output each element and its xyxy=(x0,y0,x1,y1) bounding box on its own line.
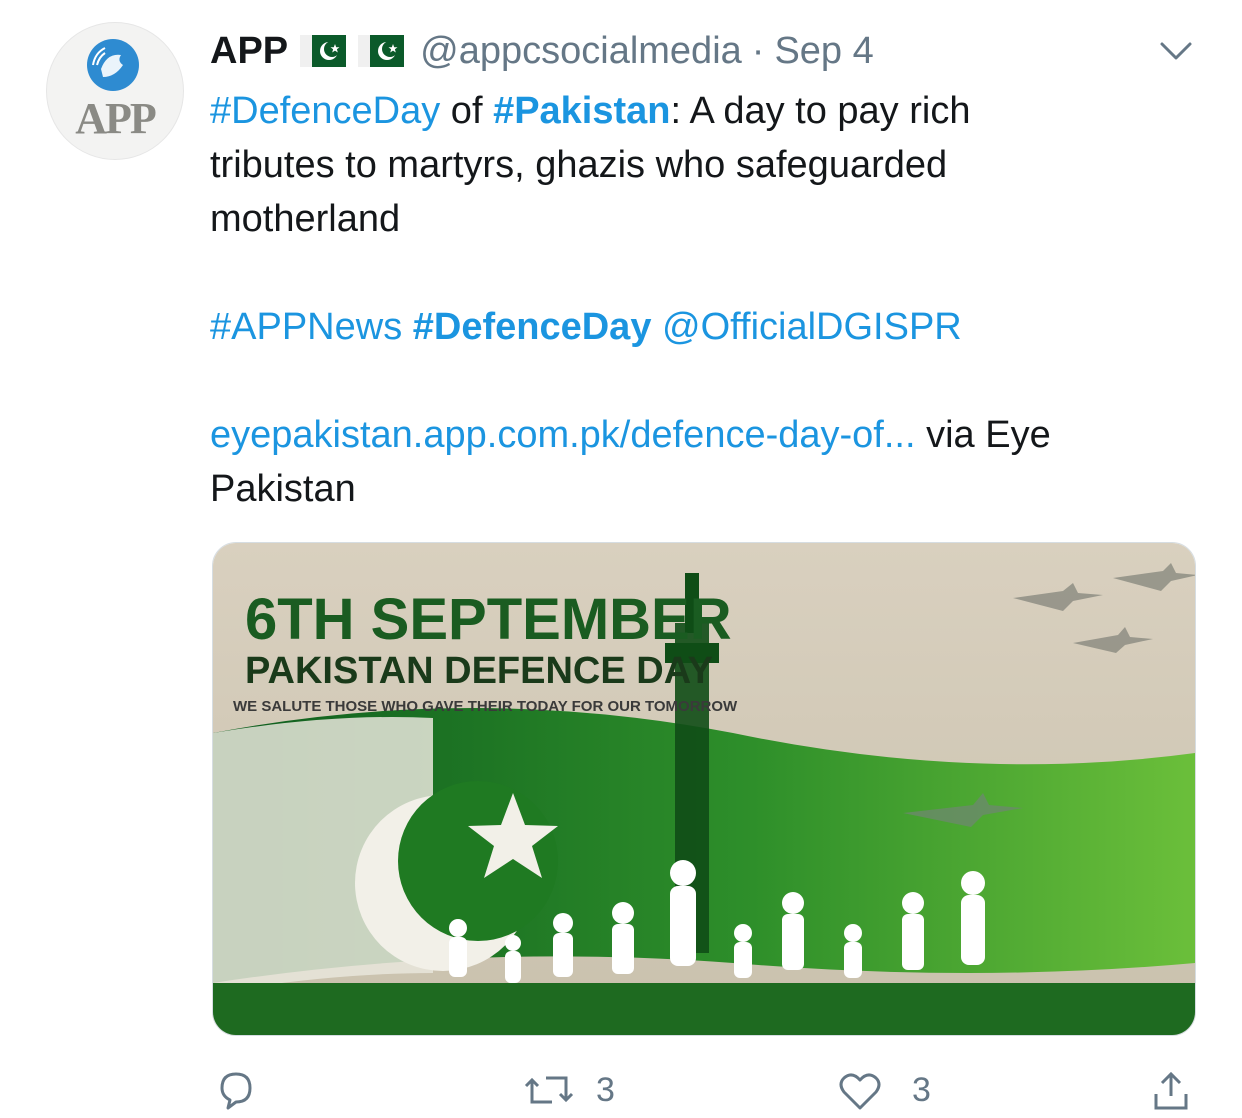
tweet-text-segment: tributes to martyrs, ghazis who safeguar… xyxy=(210,144,948,186)
tweet-text-segment: via Eye xyxy=(915,414,1051,456)
avatar-logo-text: APP xyxy=(75,94,157,143)
reply-icon xyxy=(220,1072,252,1110)
hashtag-link[interactable]: #DefenceDay xyxy=(413,306,652,348)
tweet-date[interactable]: Sep 4 xyxy=(774,30,873,73)
mention-link[interactable]: @OfficialDGISPR xyxy=(662,306,962,348)
share-button[interactable] xyxy=(1150,1068,1192,1112)
hashtag-link[interactable]: #DefenceDay xyxy=(210,90,440,132)
media-tagline: WE SALUTE THOSE WHO GAVE THEIR TODAY FOR… xyxy=(233,698,738,715)
author-name[interactable]: APP xyxy=(210,30,288,73)
chevron-down-icon[interactable] xyxy=(1156,36,1196,64)
media-headline-1: 6TH SEPTEMBER xyxy=(245,587,732,652)
author-handle[interactable]: @appcsocialmedia xyxy=(420,30,742,73)
media-headline-2: PAKISTAN DEFENCE DAY xyxy=(245,650,713,692)
app-logo-icon xyxy=(87,39,139,91)
avatar[interactable]: APP xyxy=(46,22,184,160)
retweet-count: 3 xyxy=(596,1070,615,1109)
tweet-media-image[interactable]: 6TH SEPTEMBER PAKISTAN DEFENCE DAY WE SA… xyxy=(212,542,1196,1036)
header-separator: · xyxy=(751,29,765,72)
reply-button[interactable] xyxy=(214,1068,258,1112)
retweet-icon xyxy=(524,1076,574,1104)
tweet-text: #DefenceDay of #Pakistan: A day to pay r… xyxy=(210,84,1210,516)
tweet-text-segment: : A day to pay rich xyxy=(670,90,971,132)
tweet-header: APP @appcsocialmedia · Sep 4 xyxy=(210,26,874,76)
like-icon xyxy=(839,1073,881,1110)
tweet-text-segment: Pakistan xyxy=(210,468,356,510)
hashtag-link[interactable]: #APPNews xyxy=(210,306,402,348)
retweet-button[interactable]: 3 xyxy=(524,1068,615,1112)
hashtag-link[interactable]: #Pakistan xyxy=(493,90,670,132)
pakistan-flag-icon xyxy=(358,35,405,67)
article-link[interactable]: eyepakistan.app.com.pk/defence-day-of... xyxy=(210,414,916,456)
like-count: 3 xyxy=(912,1070,931,1109)
share-icon xyxy=(1154,1071,1188,1110)
tweet-text-segment: motherland xyxy=(210,198,401,240)
pakistan-flag-icon xyxy=(300,35,347,67)
like-button[interactable]: 3 xyxy=(836,1068,931,1112)
tweet-text-segment: of xyxy=(440,90,494,132)
